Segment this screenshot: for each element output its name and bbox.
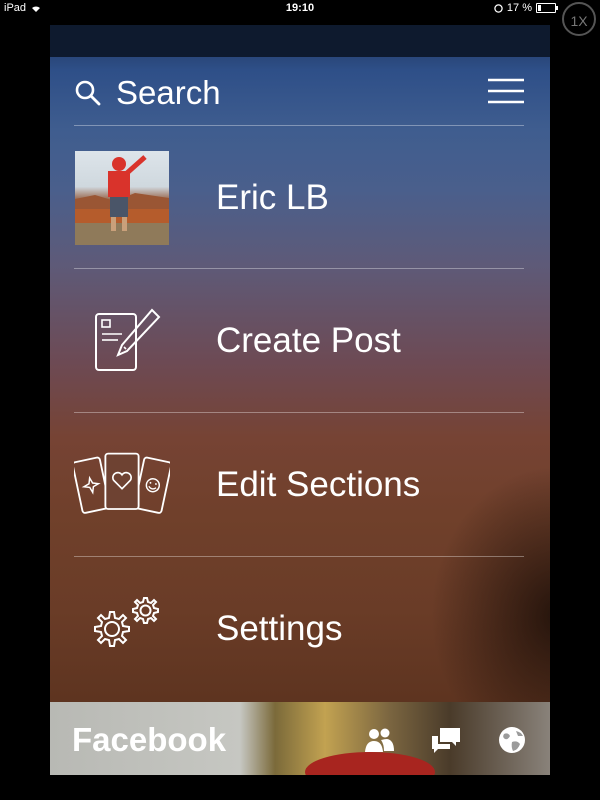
menu-item-settings[interactable]: Settings: [74, 557, 524, 700]
cards-icon: [74, 452, 170, 514]
compose-icon: [95, 308, 161, 371]
side-menu-panel: Search Eric LB Create Post Edit Sections…: [50, 25, 550, 775]
search-icon: [75, 80, 101, 106]
menu-item-label: Create Post: [216, 321, 401, 360]
alarm-icon: [494, 3, 503, 13]
menu-item-label: Settings: [216, 609, 343, 648]
status-bar: iPad 19:10 17 %: [0, 0, 600, 18]
menu-item-edit-sections[interactable]: Edit Sections: [74, 413, 524, 556]
gears-icon: [94, 597, 159, 647]
search-bar[interactable]: Search: [74, 63, 524, 123]
globe-icon[interactable]: [496, 724, 528, 756]
battery-percent: 17 %: [506, 2, 532, 14]
menu-item-profile[interactable]: Eric LB: [74, 126, 524, 269]
messages-icon[interactable]: [430, 724, 462, 756]
bottom-tab-bar: Facebook: [50, 702, 550, 775]
menu-item-label: Edit Sections: [216, 465, 421, 504]
hamburger-menu-icon[interactable]: [488, 77, 524, 105]
friends-icon[interactable]: [363, 724, 395, 756]
app-name-label[interactable]: Facebook: [72, 702, 226, 775]
avatar: [75, 151, 169, 245]
top-strip: [50, 25, 550, 57]
zoom-toggle-button[interactable]: 1X: [562, 2, 596, 36]
search-label: Search: [116, 74, 221, 111]
menu-item-create-post[interactable]: Create Post: [74, 269, 524, 412]
menu-item-label: Eric LB: [216, 178, 329, 217]
battery-icon: [536, 3, 558, 13]
